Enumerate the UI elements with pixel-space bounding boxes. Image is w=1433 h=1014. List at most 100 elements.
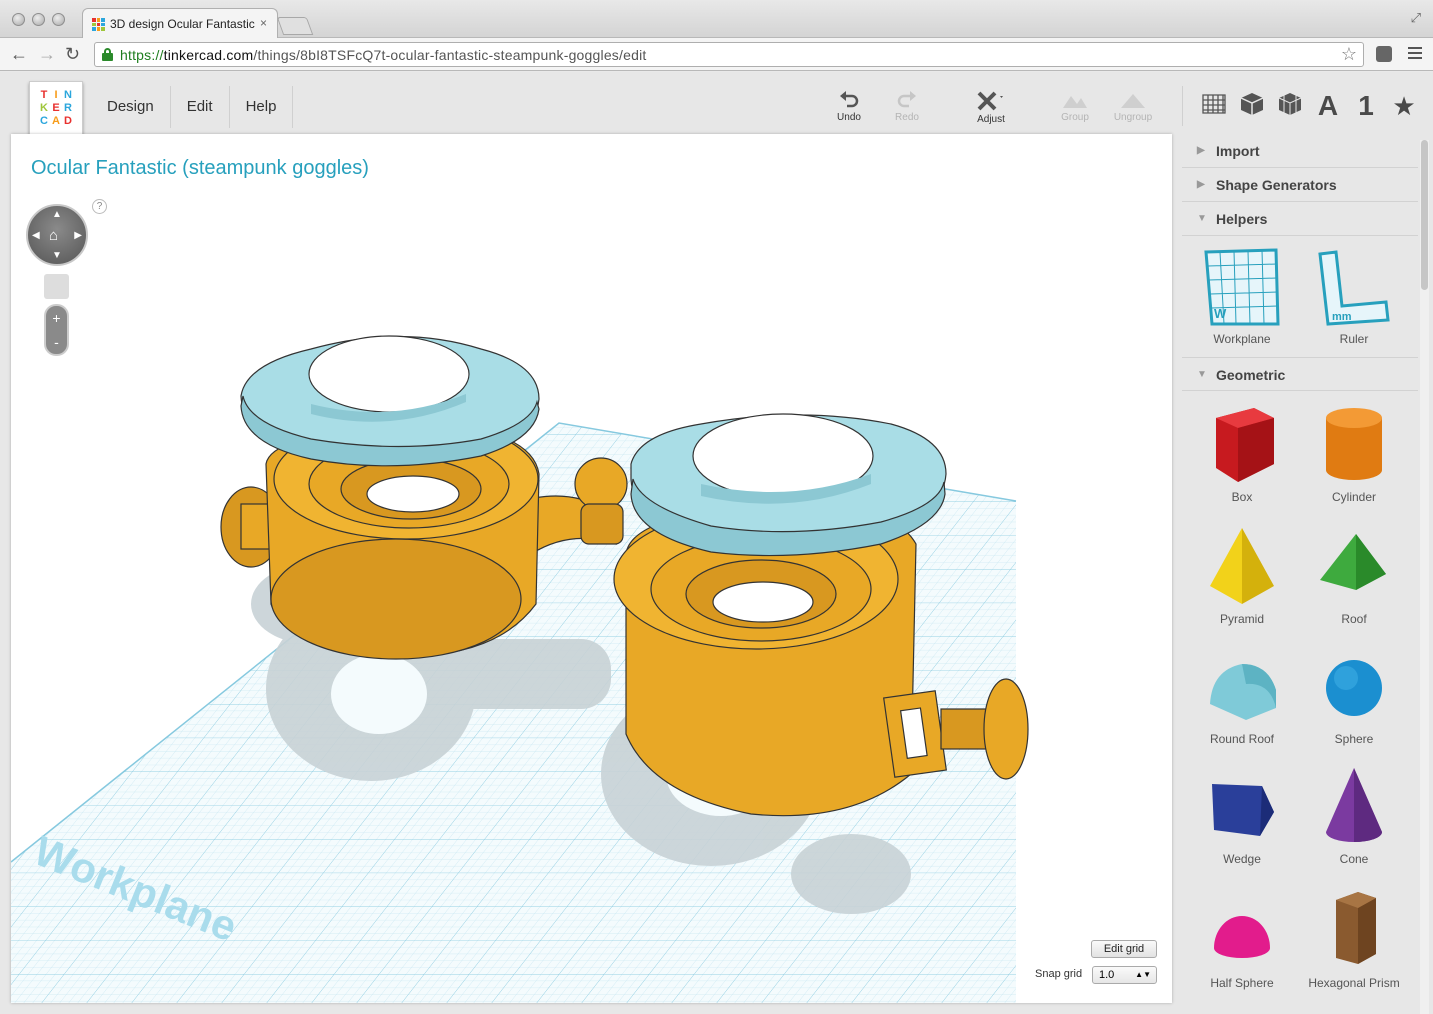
- workplane-view-icon[interactable]: [1195, 92, 1233, 121]
- adjust-icon: [977, 91, 1003, 111]
- svg-text:mm: mm: [1332, 311, 1352, 323]
- redo-button[interactable]: Redo: [882, 90, 932, 123]
- new-tab-button[interactable]: [276, 17, 314, 35]
- bookmark-star-icon[interactable]: ☆: [1341, 44, 1357, 65]
- 3d-scene[interactable]: Workplane: [11, 134, 1172, 1003]
- shape-pyramid[interactable]: Pyramid: [1186, 524, 1298, 626]
- expanded-triangle-icon: ▼: [1197, 369, 1207, 380]
- browser-window: 3D design Ocular Fantastic × ⤢ ← → ↻ htt…: [0, 0, 1433, 1014]
- shapes-panel: ▶ Import ▶ Shape Generators ▼ Helpers W Wor…: [1182, 134, 1418, 1014]
- menu-help[interactable]: Help: [228, 86, 294, 128]
- forward-icon[interactable]: →: [38, 44, 56, 65]
- address-bar[interactable]: https://tinkercad.com/things/8bI8TSFcQ7t…: [94, 42, 1364, 67]
- tinkercad-app: TINKERCAD Design Edit Help Undo Redo Adj…: [0, 72, 1433, 1014]
- shape-sphere[interactable]: Sphere: [1298, 644, 1410, 746]
- minimize-window-button[interactable]: [32, 13, 45, 26]
- shape-cylinder[interactable]: Cylinder: [1298, 402, 1410, 504]
- number-shape-icon[interactable]: 1: [1347, 90, 1385, 122]
- edit-grid-button[interactable]: Edit grid: [1091, 940, 1157, 958]
- helper-ruler[interactable]: mm Ruler: [1298, 246, 1410, 346]
- panel-scrollbar[interactable]: [1420, 140, 1429, 1014]
- fullscreen-icon[interactable]: ⤢: [1411, 10, 1421, 26]
- url-text[interactable]: https://tinkercad.com/things/8bI8TSFcQ7t…: [120, 47, 646, 63]
- sphere-shape-icon: [1326, 660, 1382, 716]
- home-view-icon[interactable]: ⌂: [49, 227, 58, 244]
- orbit-up-icon[interactable]: ▲: [52, 209, 62, 220]
- menu-edit[interactable]: Edit: [169, 86, 229, 128]
- section-import[interactable]: ▶ Import: [1182, 134, 1418, 168]
- ruler-helper-icon: mm: [1318, 250, 1390, 326]
- orbit-left-icon[interactable]: ◀: [32, 230, 40, 241]
- design-title[interactable]: Ocular Fantastic (steampunk goggles): [31, 157, 369, 180]
- ungroup-icon: [1121, 94, 1145, 108]
- orbit-down-icon[interactable]: ▼: [52, 250, 62, 261]
- wedge-shape-icon: [1212, 784, 1274, 836]
- tab-strip: 3D design Ocular Fantastic × ⤢: [0, 0, 1433, 39]
- browser-menu-icon[interactable]: [1408, 47, 1422, 62]
- logo-letter: E: [52, 102, 60, 114]
- section-shape-generators[interactable]: ▶ Shape Generators: [1182, 168, 1418, 202]
- logo-letter: D: [64, 115, 72, 127]
- collapsed-triangle-icon: ▶: [1197, 145, 1205, 156]
- group-icon: [1063, 96, 1087, 108]
- zoom-window-button[interactable]: [52, 13, 65, 26]
- logo-letter: A: [52, 115, 60, 127]
- tinkercad-favicon: [92, 18, 105, 31]
- help-icon[interactable]: ?: [92, 199, 107, 214]
- ungroup-button[interactable]: Ungroup: [1108, 90, 1158, 123]
- logo-letter: K: [40, 102, 48, 114]
- shape-half-sphere[interactable]: Half Sphere: [1186, 888, 1298, 990]
- tinkercad-logo[interactable]: TIN KER CAD: [29, 81, 83, 135]
- tab-close-icon[interactable]: ×: [260, 16, 267, 30]
- shape-roof[interactable]: Roof: [1298, 524, 1410, 626]
- logo-letter: C: [40, 115, 48, 127]
- close-window-button[interactable]: [12, 13, 25, 26]
- orbit-right-icon[interactable]: ▶: [74, 230, 82, 241]
- reload-icon[interactable]: ↻: [65, 44, 80, 65]
- menu-design[interactable]: Design: [91, 86, 170, 128]
- shape-box[interactable]: Box: [1186, 402, 1298, 504]
- wireframe-view-icon[interactable]: [1271, 91, 1309, 122]
- expanded-triangle-icon: ▼: [1197, 213, 1207, 224]
- adjust-button[interactable]: Adjust: [966, 90, 1016, 125]
- view-icons: A 1 ★: [1182, 86, 1423, 126]
- shape-wedge[interactable]: Wedge: [1186, 764, 1298, 866]
- favorites-star-icon[interactable]: ★: [1385, 91, 1423, 122]
- box-shape-icon: [1216, 408, 1274, 482]
- cone-shape-icon: [1326, 768, 1382, 842]
- zoom-control: + -: [44, 304, 69, 356]
- group-button[interactable]: Group: [1050, 90, 1100, 123]
- solid-view-icon[interactable]: [1233, 91, 1271, 122]
- half-sphere-shape-icon: [1214, 916, 1270, 958]
- helper-workplane[interactable]: W Workplane: [1186, 246, 1298, 346]
- section-geometric[interactable]: ▼ Geometric: [1182, 357, 1418, 391]
- shape-hexagonal-prism[interactable]: Hexagonal Prism: [1298, 888, 1410, 990]
- text-shape-icon[interactable]: A: [1309, 90, 1347, 122]
- collapsed-triangle-icon: ▶: [1197, 179, 1205, 190]
- redo-icon: [897, 91, 916, 108]
- lock-icon: [102, 48, 113, 61]
- snap-grid-select[interactable]: 1.0 ▲▼: [1092, 966, 1157, 984]
- snap-grid-label: Snap grid: [1035, 968, 1083, 980]
- fit-view-cube-icon[interactable]: [44, 274, 69, 299]
- zoom-in-button[interactable]: +: [46, 306, 67, 330]
- roof-shape-icon: [1320, 534, 1386, 590]
- zoom-out-button[interactable]: -: [46, 330, 67, 354]
- extension-icon[interactable]: [1376, 46, 1392, 62]
- logo-letter: T: [40, 89, 48, 101]
- shape-round-roof[interactable]: Round Roof: [1186, 644, 1298, 746]
- design-canvas[interactable]: Workplane Ocular Fantastic (steampunk go…: [11, 134, 1172, 1003]
- undo-icon: [840, 91, 859, 108]
- browser-tab[interactable]: 3D design Ocular Fantastic ×: [82, 8, 278, 39]
- undo-button[interactable]: Undo: [824, 90, 874, 123]
- scrollbar-thumb[interactable]: [1421, 140, 1428, 290]
- tab-title: 3D design Ocular Fantastic: [110, 17, 255, 31]
- shape-cone[interactable]: Cone: [1298, 764, 1410, 866]
- cylinder-shape-icon: [1326, 408, 1382, 480]
- main-menu: Design Edit Help: [91, 86, 294, 128]
- logo-letter: I: [54, 89, 58, 101]
- back-icon[interactable]: ←: [10, 44, 28, 65]
- select-arrows-icon: ▲▼: [1135, 970, 1151, 979]
- view-navigation-control[interactable]: ▲ ▼ ◀ ▶ ⌂: [26, 204, 88, 266]
- section-helpers[interactable]: ▼ Helpers: [1182, 202, 1418, 236]
